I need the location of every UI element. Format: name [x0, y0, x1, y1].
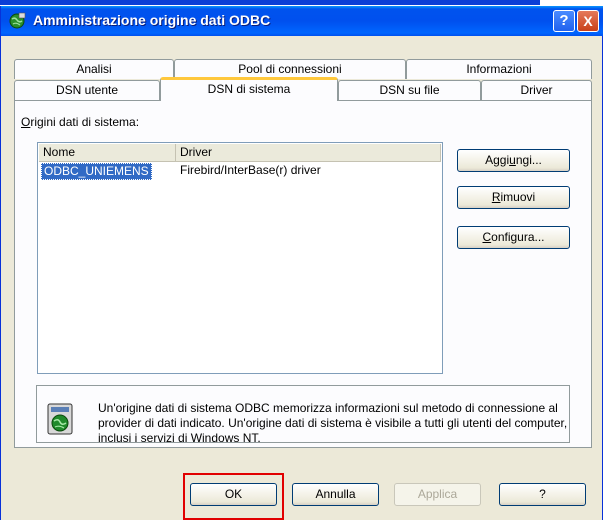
computer-globe-icon: [47, 403, 73, 435]
tab-row-front: DSN utente DSN di sistema DSN su file Dr…: [14, 77, 592, 101]
apply-button[interactable]: Applica: [394, 483, 481, 506]
list-item-name[interactable]: ODBC_UNIEMENS: [41, 163, 152, 180]
tab-informazioni[interactable]: Informazioni: [406, 59, 592, 79]
tab-driver[interactable]: Driver: [481, 80, 592, 100]
add-button[interactable]: Aggiungi...: [457, 149, 570, 172]
cancel-button[interactable]: Annulla: [292, 483, 379, 506]
help-icon: ?: [559, 12, 569, 29]
background-titlebar-edge: [0, 0, 540, 5]
tab-row-back: Analisi Pool di connessioni Informazioni: [14, 59, 592, 79]
tab-label: Pool di connessioni: [238, 62, 342, 76]
system-data-sources-label: Origini dati di sistema:: [21, 115, 139, 129]
tab-label: Informazioni: [466, 62, 532, 76]
configure-button[interactable]: Configura...: [457, 226, 570, 249]
close-icon: X: [583, 13, 593, 29]
label-accelerator: O: [21, 115, 31, 129]
tab-label: Analisi: [76, 62, 112, 76]
window-title: Amministrazione origine dati ODBC: [33, 12, 271, 28]
tab-label: DSN su file: [379, 83, 440, 97]
title-bar[interactable]: Amministrazione origine dati ODBC ? X: [1, 6, 603, 36]
tab-label: Driver: [520, 83, 553, 97]
label-text: rigini dati di sistema:: [30, 115, 140, 129]
info-description: Un'origine dati di sistema ODBC memorizz…: [98, 401, 568, 445]
help-button[interactable]: ?: [499, 483, 586, 506]
column-header-driver[interactable]: Driver: [176, 144, 441, 161]
tab-label: DSN di sistema: [207, 82, 291, 96]
tab-analisi[interactable]: Analisi: [14, 59, 174, 79]
list-item[interactable]: ODBC_UNIEMENS Firebird/InterBase(r) driv…: [39, 163, 441, 180]
remove-button[interactable]: Rimuovi: [457, 186, 570, 209]
list-header: Nome Driver: [39, 144, 441, 162]
tab-dsn-su-file[interactable]: DSN su file: [338, 80, 481, 100]
data-sources-list[interactable]: Nome Driver ODBC_UNIEMENS Firebird/Inter…: [37, 142, 443, 374]
column-header-nome[interactable]: Nome: [39, 144, 176, 161]
tab-pool-connessioni[interactable]: Pool di connessioni: [174, 59, 406, 79]
close-button[interactable]: X: [577, 10, 599, 32]
tab-dsn-utente[interactable]: DSN utente: [14, 80, 160, 100]
tab-label: DSN utente: [55, 83, 119, 97]
odbc-globe-icon: [9, 12, 26, 29]
highlight-annotation: [183, 473, 284, 520]
help-title-button[interactable]: ?: [553, 10, 575, 32]
tab-dsn-sistema[interactable]: DSN di sistema: [160, 77, 338, 101]
list-item-driver: Firebird/InterBase(r) driver: [180, 163, 321, 177]
